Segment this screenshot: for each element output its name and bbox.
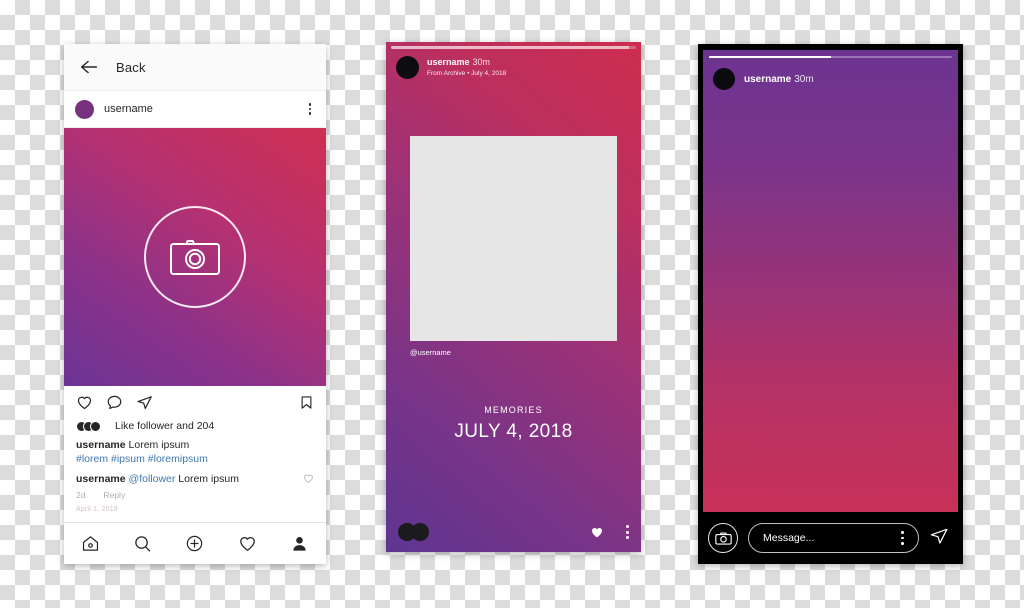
phone-feed-post: Back username Like follower and 204 user…	[64, 44, 326, 564]
artboard: Back username Like follower and 204 user…	[0, 0, 1024, 608]
search-icon[interactable]	[133, 534, 152, 553]
phone-story-viewer: username 30m Message...	[698, 44, 963, 564]
story-progress-bar[interactable]	[709, 56, 952, 58]
back-arrow-icon[interactable]	[78, 56, 100, 78]
memories-label: MEMORIES	[484, 405, 543, 415]
message-placeholder: Message...	[763, 532, 815, 544]
story-author-line: username 30m	[744, 74, 814, 85]
post-author-bar: username	[64, 90, 326, 128]
likes-text: Like follower and 204	[115, 420, 215, 432]
viewers-icon[interactable]	[398, 523, 432, 541]
caption-username[interactable]: username	[76, 439, 126, 451]
story-username[interactable]: username	[427, 57, 470, 67]
memory-card-wrapper: @username	[386, 136, 641, 357]
activity-icon[interactable]	[238, 534, 257, 553]
post-date: April 1, 2019	[76, 506, 118, 514]
camera-icon	[714, 532, 732, 545]
profile-icon[interactable]	[290, 534, 309, 553]
camera-button[interactable]	[708, 523, 738, 553]
phone-memories-story: username 30m From Archive • July 4, 2018 …	[386, 42, 641, 552]
comment-reply-button[interactable]: Reply	[103, 490, 125, 500]
story-header: username 30m	[713, 68, 814, 90]
more-icon[interactable]	[901, 531, 904, 545]
heart-filled-icon[interactable]	[590, 526, 604, 539]
comment-username[interactable]: username	[76, 473, 126, 485]
memory-photo-placeholder[interactable]	[410, 136, 617, 341]
story-subtitle: From Archive • July 4, 2018	[427, 69, 507, 77]
more-options-icon[interactable]	[305, 100, 315, 117]
liker-avatars	[76, 420, 106, 432]
story-progress-fill	[709, 56, 831, 58]
avatar[interactable]	[713, 68, 735, 90]
memories-block: MEMORIES JULY 4, 2018	[386, 405, 641, 512]
back-label[interactable]: Back	[116, 60, 146, 75]
comment-text-group: username @follower Lorem ipsum	[76, 473, 303, 485]
post-username[interactable]: username	[104, 103, 305, 115]
comment-icon[interactable]	[106, 394, 123, 411]
message-input[interactable]: Message...	[748, 523, 919, 553]
memories-date: JULY 4, 2018	[454, 421, 573, 442]
story-footer	[386, 512, 641, 552]
story-stage[interactable]: username 30m	[703, 50, 958, 512]
post-action-bar	[64, 386, 326, 412]
home-icon[interactable]	[81, 534, 100, 553]
post-media[interactable]	[64, 128, 326, 386]
avatar[interactable]	[396, 56, 419, 79]
avatar[interactable]	[75, 99, 94, 119]
memory-card-username[interactable]: @username	[410, 348, 617, 357]
back-bar: Back	[64, 44, 326, 90]
bookmark-icon[interactable]	[299, 394, 314, 411]
comment-row: username @follower Lorem ipsum	[76, 473, 314, 485]
comment-heart-icon[interactable]	[303, 473, 314, 484]
camera-icon	[170, 240, 220, 275]
add-icon[interactable]	[185, 534, 204, 553]
story-time-ago: 30m	[794, 73, 814, 85]
comment-mention[interactable]: @follower	[129, 473, 176, 485]
story-header-text: username 30m From Archive • July 4, 2018	[427, 57, 506, 77]
story-username[interactable]: username	[744, 74, 791, 85]
story-time-ago: 30m	[472, 57, 491, 68]
share-icon[interactable]	[136, 394, 153, 411]
comment-meta: 2d Reply	[76, 490, 314, 500]
comment-time: 2d	[76, 490, 86, 501]
camera-placeholder	[144, 206, 246, 308]
likes-row[interactable]: Like follower and 204	[76, 420, 314, 432]
heart-icon[interactable]	[76, 394, 93, 411]
post-caption: username Lorem ipsum	[76, 438, 314, 452]
caption-text: Lorem ipsum	[128, 439, 190, 451]
story-reply-bar: Message...	[698, 512, 963, 564]
comment-body: Lorem ipsum	[178, 473, 239, 486]
more-icon[interactable]	[626, 525, 629, 539]
story-author-line: username 30m	[427, 57, 506, 68]
story-header: username 30m From Archive • July 4, 2018	[386, 49, 641, 79]
send-icon	[930, 528, 948, 544]
send-button[interactable]	[929, 526, 953, 551]
caption-hashtags[interactable]: #lorem #ipsum #loremipsum	[76, 453, 314, 465]
post-body: Like follower and 204 username Lorem ips…	[64, 412, 326, 522]
bottom-navigation	[64, 522, 326, 564]
